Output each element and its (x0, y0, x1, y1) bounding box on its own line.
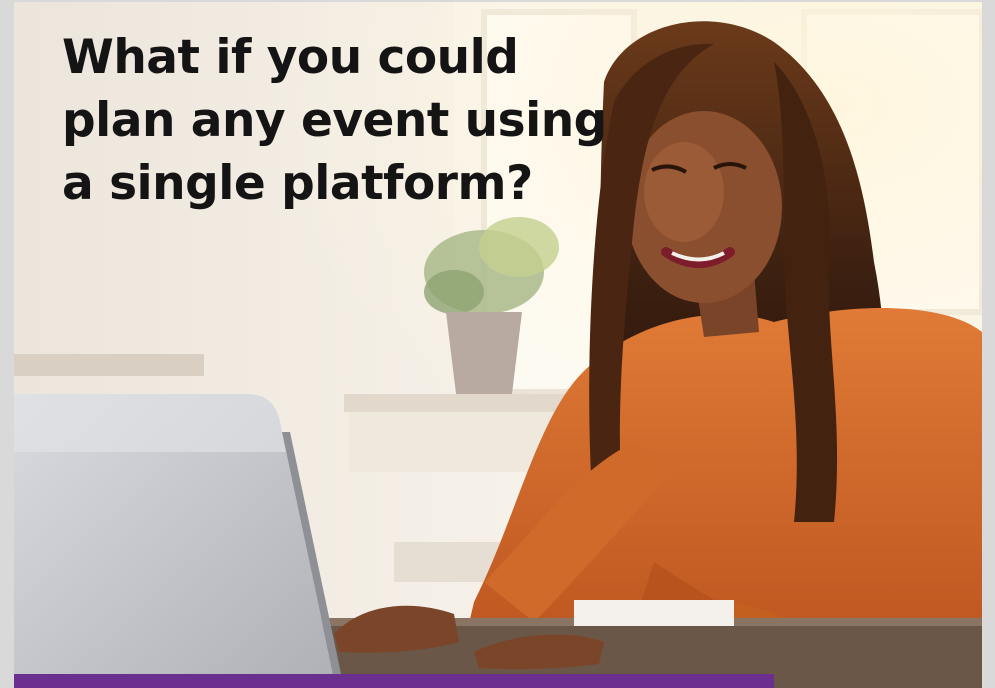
headline-line-1: What if you could (62, 30, 519, 85)
hero-banner: What if you could plan any event using a… (14, 2, 982, 688)
headline-line-3: a single platform? (62, 156, 533, 211)
headline: What if you could plan any event using a… (62, 26, 607, 215)
headline-line-2: plan any event using (62, 93, 607, 148)
accent-bar (14, 674, 774, 688)
